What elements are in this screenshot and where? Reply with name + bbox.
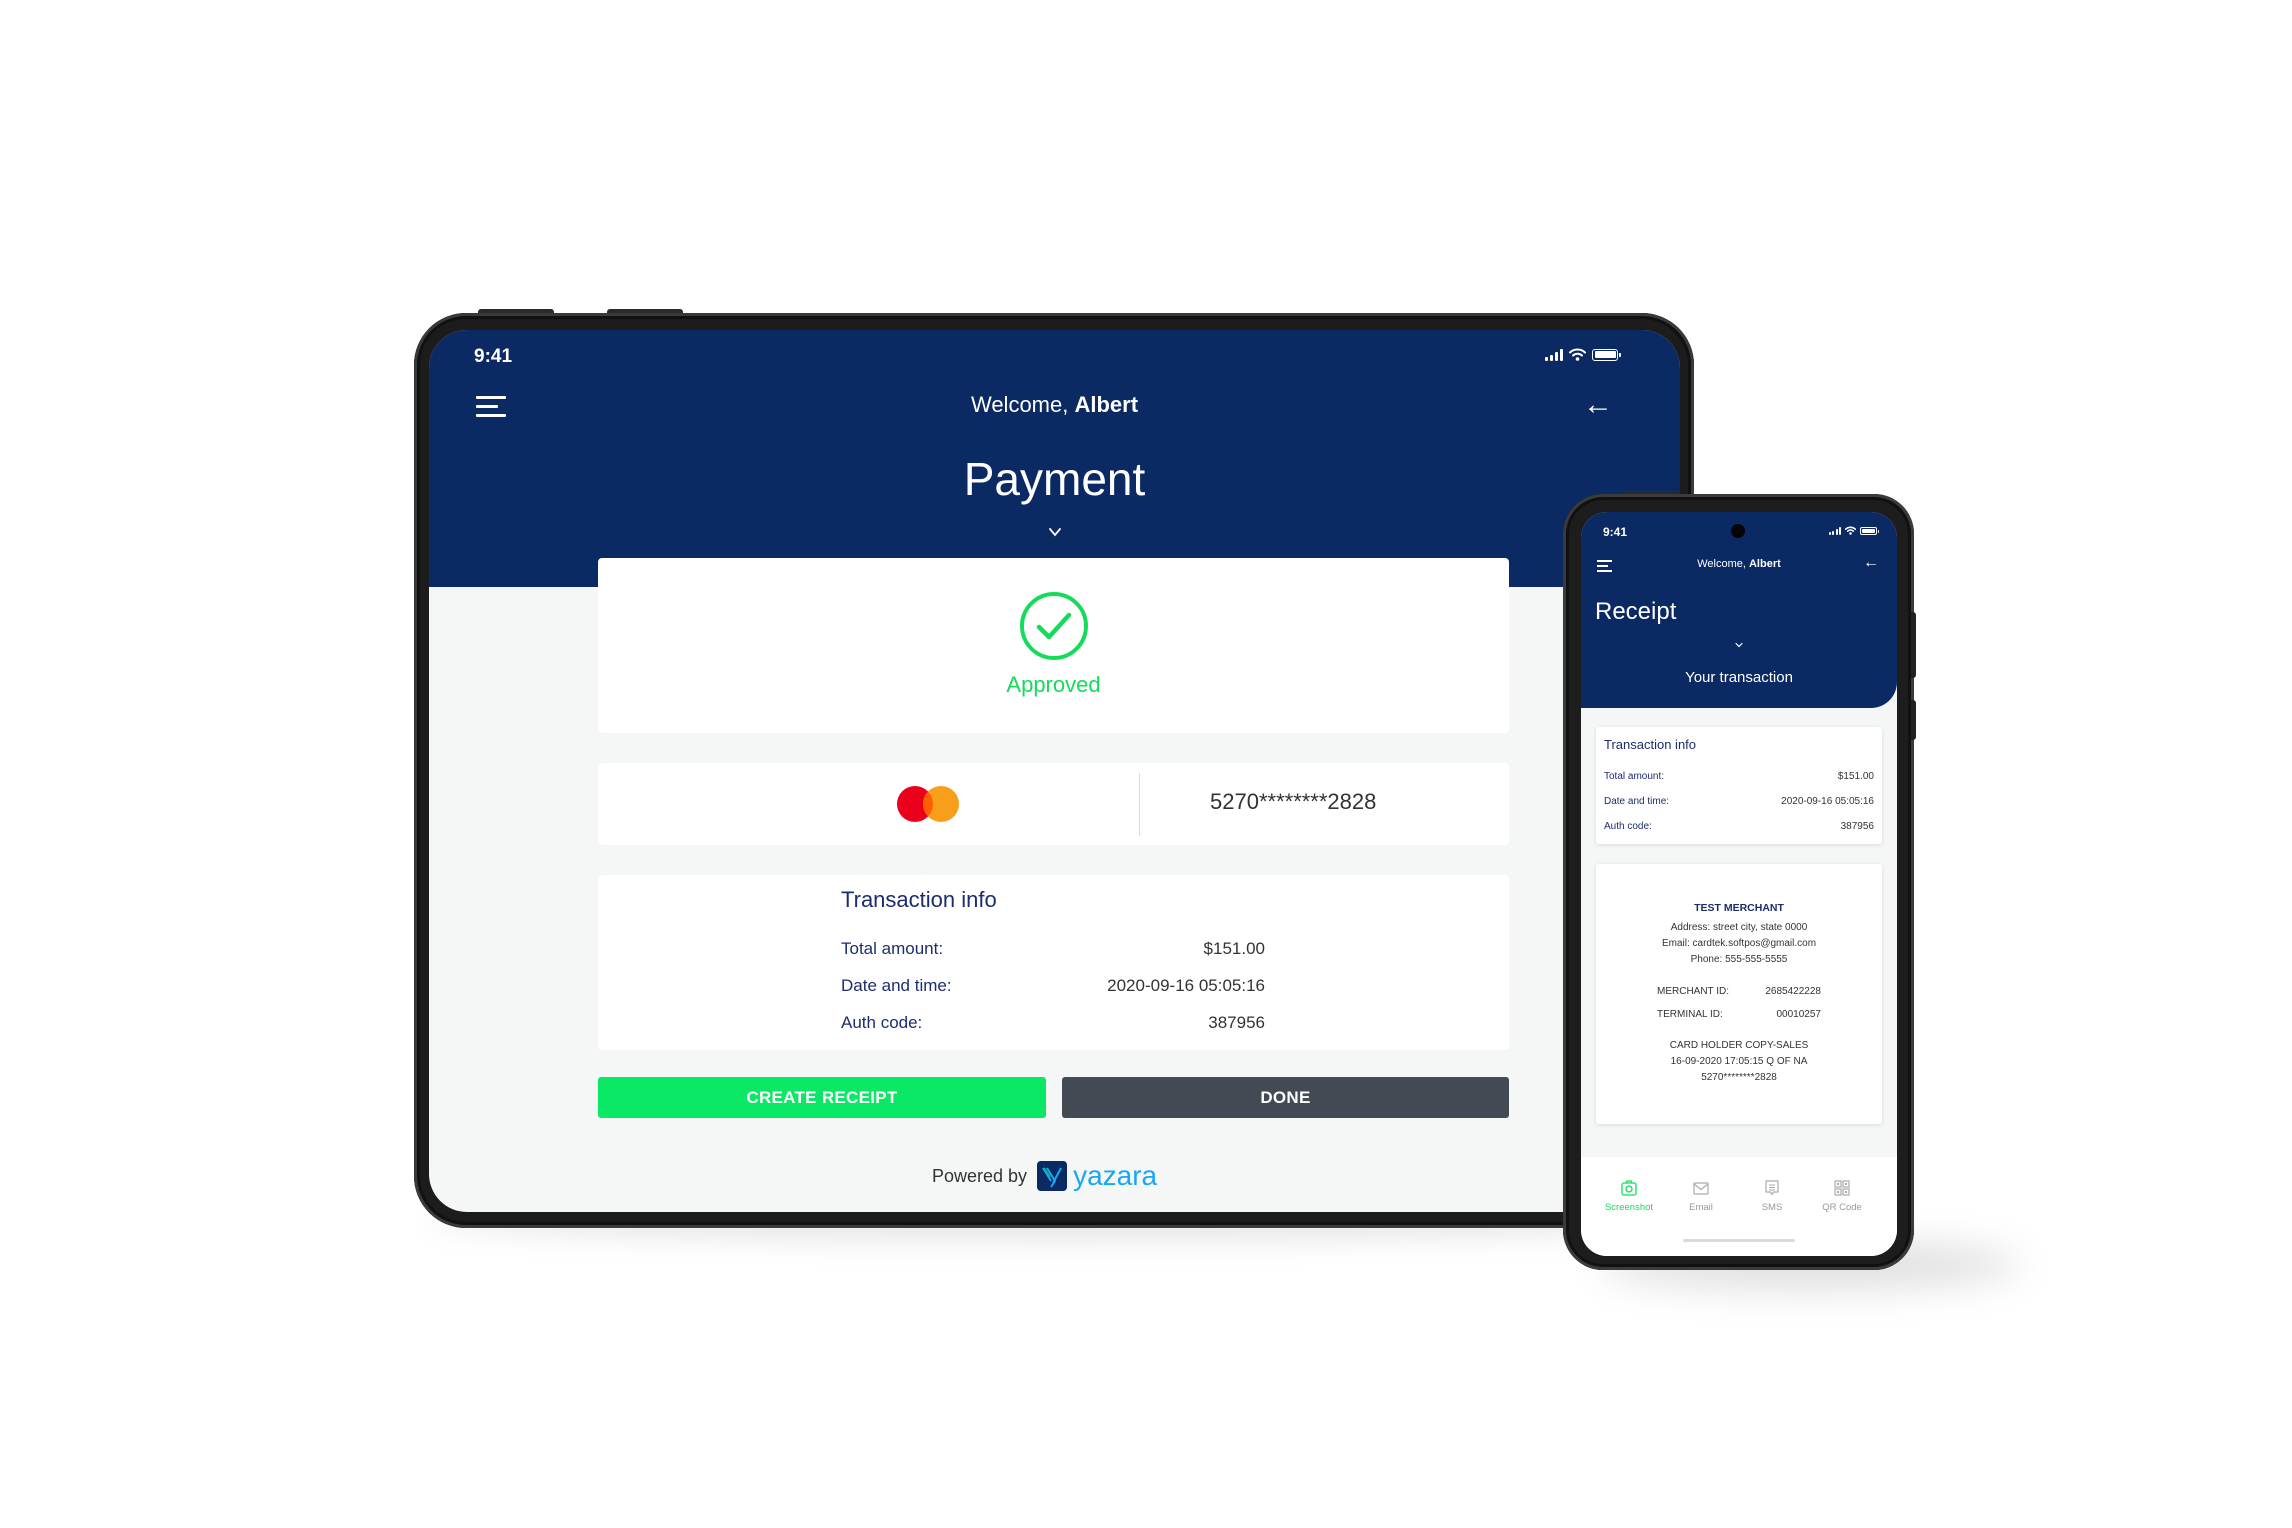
phone-side-button (1911, 612, 1916, 678)
tab-label: Email (1689, 1202, 1713, 1213)
row-label: Date and time: (841, 976, 952, 995)
phone-screen: 9:41 Welcome, Albert ← Receipt Your tran… (1581, 512, 1897, 1256)
row-value: 2020-09-16 05:05:16 (1107, 976, 1265, 995)
merchant-id-value: 2685422228 (1765, 986, 1821, 997)
tab-sms[interactable]: SMS (1737, 1179, 1807, 1213)
arrow-left-icon[interactable]: ← (1583, 390, 1613, 420)
front-camera (1731, 524, 1745, 538)
divider (1139, 773, 1140, 836)
transaction-row: Total amount: $151.00 (1604, 771, 1874, 782)
merchant-email: Email: cardtek.softpos@gmail.com (1661, 938, 1817, 949)
transaction-row: Auth code: 387956 (841, 1013, 1265, 1033)
row-label: Auth code: (841, 1013, 923, 1032)
chevron-down-icon[interactable] (1047, 524, 1063, 540)
page-title: Payment (963, 453, 1146, 505)
row-value: 2020-09-16 05:05:16 (1781, 796, 1874, 807)
row-label: Total amount: (1604, 771, 1665, 782)
page-title: Receipt (1595, 598, 1677, 625)
merchant-name: TEST MERCHANT (1694, 902, 1784, 914)
merchant-phone: Phone: 555-555-5555 (1690, 954, 1788, 965)
masked-card-number: 5270********2828 (1210, 789, 1377, 814)
battery-icon (1592, 348, 1621, 361)
transaction-row: Date and time: 2020-09-16 05:05:16 (841, 976, 1265, 996)
row-value: 387956 (1840, 821, 1874, 832)
tab-qr-code[interactable]: QR Code (1807, 1179, 1877, 1213)
user-name: Albert (1074, 392, 1139, 417)
status-icons (1545, 348, 1621, 361)
share-tab-bar: Screenshot Email SMS QR Code (1581, 1157, 1897, 1256)
tab-screenshot[interactable]: Screenshot (1594, 1179, 1664, 1213)
wifi-icon (1569, 348, 1586, 361)
tablet-header: 9:41 Welcome, Albert ← Payment (429, 330, 1680, 587)
welcome-prefix: Welcome, (1697, 558, 1749, 570)
powered-by-footer: Powered by yazara (932, 1160, 1157, 1192)
tab-label: QR Code (1822, 1202, 1862, 1213)
row-label: Auth code: (1604, 821, 1652, 832)
wifi-icon (1845, 526, 1856, 535)
receipt-datetime: 16-09-2020 17:05:15 Q OF NA (1670, 1056, 1808, 1067)
merchant-id-label: MERCHANT ID: (1657, 986, 1730, 997)
terminal-id-value: 00010257 (1776, 1009, 1822, 1020)
user-name: Albert (1748, 558, 1781, 570)
arrow-left-icon[interactable]: ← (1863, 554, 1879, 572)
welcome-text: Welcome, Albert (429, 392, 1680, 418)
transaction-row: Date and time: 2020-09-16 05:05:16 (1604, 796, 1874, 807)
transaction-info-card: Transaction info Total amount: $151.00 D… (598, 875, 1509, 1050)
row-value: 387956 (1208, 1013, 1265, 1032)
merchant-id-row: MERCHANT ID: 2685422228 (1657, 986, 1821, 997)
transaction-row: Total amount: $151.00 (841, 939, 1265, 959)
row-value: $151.00 (1837, 771, 1874, 782)
check-circle-icon (1019, 592, 1088, 660)
done-button[interactable]: DONE (1062, 1077, 1509, 1118)
terminal-id-row: TERMINAL ID: 00010257 (1657, 1009, 1821, 1020)
status-icons (1828, 526, 1879, 535)
envelope-icon (1693, 1182, 1709, 1195)
phone-side-button (1911, 700, 1916, 740)
tab-label: SMS (1761, 1202, 1783, 1213)
mastercard-logo (897, 786, 959, 822)
transaction-info-title: Transaction info (1604, 737, 1697, 752)
welcome-text: Welcome, Albert (1581, 558, 1897, 570)
signal-icon (1545, 348, 1563, 361)
transaction-info-title: Transaction info (841, 887, 997, 912)
create-receipt-button[interactable]: CREATE RECEIPT (598, 1077, 1046, 1118)
tablet-screen: 9:41 Welcome, Albert ← Payment Approved (429, 330, 1680, 1212)
yazara-wordmark: yazara (1073, 1160, 1158, 1191)
terminal-id-label: TERMINAL ID: (1657, 1009, 1723, 1020)
approved-label: Approved (1006, 672, 1101, 697)
yazara-logo-icon (1037, 1161, 1068, 1191)
transaction-info-card: Transaction info Total amount: $151.00 D… (1596, 727, 1882, 844)
tab-label: Screenshot (1604, 1202, 1654, 1213)
row-label: Date and time: (1604, 796, 1670, 807)
copy-type: CARD HOLDER COPY-SALES (1669, 1040, 1809, 1051)
home-indicator[interactable] (1683, 1239, 1795, 1242)
payment-card-info: 5270********2828 (598, 763, 1509, 845)
camera-icon (1621, 1180, 1637, 1196)
receipt-preview-card: TEST MERCHANT Address: street city, stat… (1596, 864, 1882, 1124)
transaction-row: Auth code: 387956 (1604, 821, 1874, 832)
signal-icon (1828, 526, 1841, 535)
phone-header: 9:41 Welcome, Albert ← Receipt Your tran… (1581, 512, 1897, 708)
approval-status-card: Approved (598, 558, 1509, 733)
status-time: 9:41 (1603, 525, 1628, 539)
status-time: 9:41 (474, 346, 513, 367)
row-value: $151.00 (1203, 939, 1265, 958)
powered-by-label: Powered by (932, 1165, 1028, 1186)
chevron-down-icon[interactable] (1734, 640, 1744, 650)
merchant-address: Address: street city, state 0000 (1670, 922, 1808, 933)
qr-code-icon (1834, 1180, 1850, 1196)
welcome-prefix: Welcome, (970, 392, 1075, 417)
battery-icon (1860, 526, 1879, 535)
message-icon (1765, 1180, 1779, 1196)
section-subtitle: Your transaction (1685, 669, 1793, 686)
tab-email[interactable]: Email (1666, 1179, 1736, 1213)
receipt-card-number: 5270********2828 (1701, 1072, 1777, 1083)
row-label: Total amount: (841, 939, 944, 958)
